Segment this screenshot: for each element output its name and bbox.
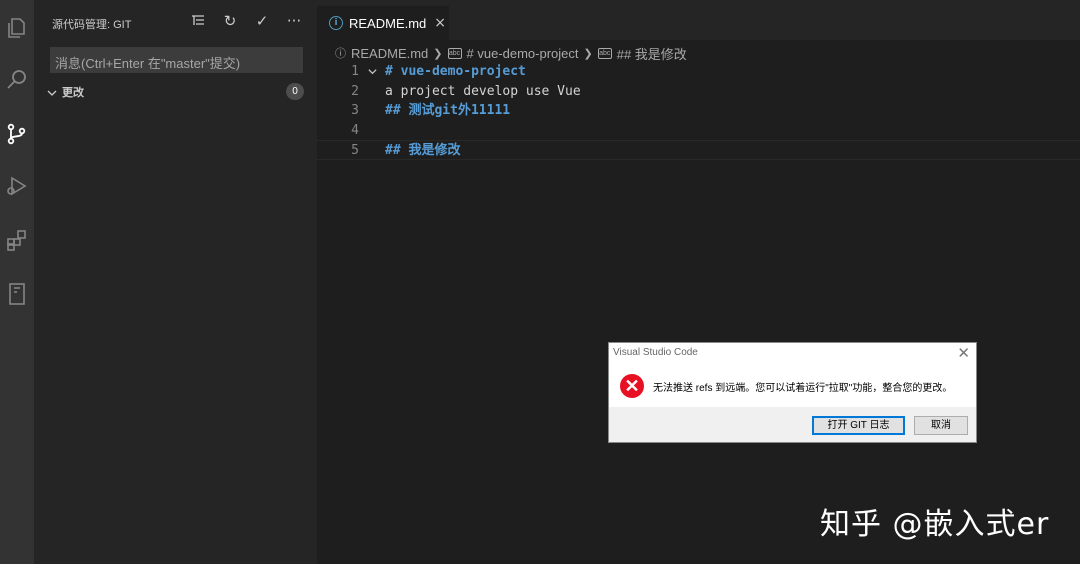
changes-label: 更改	[62, 87, 84, 99]
chevron-right-icon: ❯	[433, 47, 443, 60]
line-number: 4	[351, 122, 359, 138]
changes-count-badge: 0	[286, 83, 304, 100]
changes-section-header[interactable]: 更改 0	[34, 80, 317, 102]
activity-bar	[0, 0, 34, 564]
code-text: ## 测试git外11111	[385, 103, 511, 118]
line-number: 5	[351, 143, 359, 158]
dialog-body: ✕ 无法推送 refs 到远端。您可以试着运行"拉取"功能，整合您的更改。	[609, 367, 976, 407]
dialog-footer: 打开 GIT 日志 取消	[609, 407, 976, 442]
search-icon[interactable]	[0, 60, 34, 100]
source-control-icon[interactable]	[0, 114, 34, 154]
run-debug-icon[interactable]	[0, 166, 34, 206]
error-dialog: Visual Studio Code ✕ ✕ 无法推送 refs 到远端。您可以…	[608, 342, 977, 443]
code-line[interactable]: 3 ## 测试git外11111	[317, 101, 1080, 121]
open-git-log-button[interactable]: 打开 GIT 日志	[812, 416, 905, 435]
commit-check-icon[interactable]: ✓	[253, 12, 271, 30]
code-line[interactable]: 4	[317, 121, 1080, 141]
sidebar-header: 源代码管理: GIT ↻ ✓ ···	[34, 0, 317, 46]
info-icon: ⓘ	[335, 48, 346, 60]
symbol-icon: abc	[597, 47, 612, 59]
code-line-current[interactable]: 5 ## 我是修改	[317, 140, 1080, 160]
cancel-button[interactable]: 取消	[914, 416, 968, 435]
breadcrumb-file[interactable]: README.md	[351, 46, 428, 61]
tree-view-icon[interactable]	[189, 12, 207, 30]
error-icon: ✕	[620, 374, 644, 398]
code-editor[interactable]: 1 # vue-demo-project 2 a project develop…	[317, 62, 1080, 160]
tab-bar: i README.md ×	[317, 0, 1080, 40]
refresh-icon[interactable]: ↻	[221, 12, 239, 30]
line-number: 2	[351, 83, 359, 99]
close-icon[interactable]: ✕	[957, 344, 970, 362]
sidebar-title: 源代码管理: GIT	[52, 19, 132, 31]
fold-chevron-icon[interactable]	[367, 62, 378, 84]
commit-message-input[interactable]: 消息(Ctrl+Enter 在"master"提交)	[50, 47, 303, 73]
sidebar-actions: ↻ ✓ ···	[189, 12, 303, 30]
source-control-sidebar: 源代码管理: GIT ↻ ✓ ··· 消息(Ctrl+Enter 在"maste…	[34, 0, 317, 564]
dialog-title: Visual Studio Code	[613, 347, 698, 358]
breadcrumb-symbol[interactable]: ## 我是修改	[617, 44, 687, 63]
line-number: 3	[351, 103, 359, 118]
breadcrumb: ⓘ README.md ❯ abc # vue-demo-project ❯ a…	[335, 44, 687, 62]
chevron-down-icon	[46, 84, 60, 98]
chevron-right-icon: ❯	[583, 47, 593, 60]
code-text: a project develop use Vue	[385, 83, 581, 99]
breadcrumb-symbol[interactable]: # vue-demo-project	[467, 46, 579, 61]
symbol-icon: abc	[447, 47, 462, 59]
extensions-icon[interactable]	[0, 220, 34, 260]
line-number: 1	[351, 64, 359, 79]
code-text: # vue-demo-project	[385, 64, 526, 79]
editor-area: i README.md × ⓘ README.md ❯ abc # vue-de…	[317, 0, 1080, 564]
code-text: ## 我是修改	[385, 143, 461, 158]
watermark: 知乎 @嵌入式er	[820, 507, 1050, 542]
close-icon[interactable]: ×	[434, 15, 446, 31]
info-icon: i	[329, 16, 343, 30]
tab-label: README.md	[349, 15, 427, 31]
remote-explorer-icon[interactable]	[0, 274, 34, 314]
files-icon[interactable]	[0, 8, 34, 48]
code-line[interactable]: 1 # vue-demo-project	[317, 62, 1080, 82]
more-actions-icon[interactable]: ···	[285, 12, 303, 30]
code-line[interactable]: 2 a project develop use Vue	[317, 82, 1080, 102]
dialog-message: 无法推送 refs 到远端。您可以试着运行"拉取"功能，整合您的更改。	[653, 383, 953, 394]
tab-readme[interactable]: i README.md ×	[317, 6, 449, 40]
